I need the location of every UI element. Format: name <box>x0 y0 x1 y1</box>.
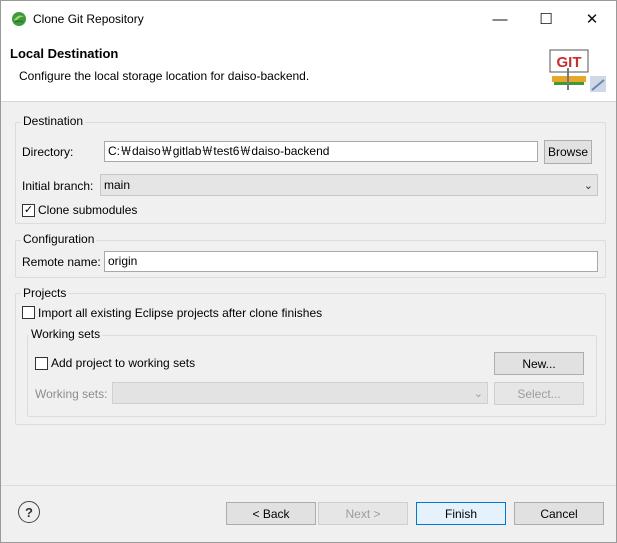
initial-branch-label: Initial branch: <box>22 179 94 193</box>
remote-name-label: Remote name: <box>22 255 101 269</box>
destination-group-label: Destination <box>21 114 86 128</box>
working-sets-label: Working sets: <box>35 387 108 401</box>
clone-submodules-checkbox[interactable]: ✓ <box>22 204 35 217</box>
minimize-button[interactable]: — <box>477 1 523 37</box>
browse-button[interactable]: Browse <box>544 140 592 164</box>
git-logo-icon: GIT <box>546 46 608 96</box>
clone-submodules-label: Clone submodules <box>38 203 138 217</box>
chevron-down-icon: ⌄ <box>473 388 483 400</box>
directory-label: Directory: <box>22 145 74 159</box>
working-sets-select[interactable]: ⌄ <box>112 382 488 404</box>
import-projects-checkbox[interactable] <box>22 306 35 319</box>
new-working-set-button[interactable]: New... <box>494 352 584 375</box>
projects-group-label: Projects <box>21 286 69 300</box>
working-sets-group-label: Working sets <box>29 327 103 341</box>
add-to-working-sets-label: Add project to working sets <box>51 356 196 370</box>
minimize-icon: — <box>492 10 508 28</box>
directory-input[interactable]: C:￦daiso￦gitlab￦test6￦daiso-backend <box>104 141 538 162</box>
help-icon[interactable]: ? <box>18 501 40 523</box>
footer-divider <box>1 485 616 486</box>
page-description: Configure the local storage location for… <box>19 69 310 83</box>
initial-branch-select[interactable]: main ⌄ <box>100 174 598 196</box>
back-button[interactable]: < Back <box>226 502 316 525</box>
maximize-button[interactable]: ☐ <box>523 1 569 37</box>
maximize-icon: ☐ <box>539 11 553 28</box>
checkmark-icon: ✓ <box>23 204 34 216</box>
next-button[interactable]: Next > <box>318 502 408 525</box>
close-button[interactable]: ✕ <box>569 1 615 37</box>
select-working-sets-button[interactable]: Select... <box>494 382 584 405</box>
configuration-group-label: Configuration <box>21 232 97 246</box>
close-icon: ✕ <box>585 11 599 28</box>
remote-name-input[interactable]: origin <box>104 251 598 272</box>
cancel-button[interactable]: Cancel <box>514 502 604 525</box>
page-title: Local Destination <box>10 46 119 61</box>
import-projects-label: Import all existing Eclipse projects aft… <box>38 306 323 320</box>
chevron-down-icon: ⌄ <box>583 180 593 192</box>
finish-button[interactable]: Finish <box>416 502 506 525</box>
add-to-working-sets-checkbox[interactable] <box>35 357 48 370</box>
window-title: Clone Git Repository <box>33 12 144 26</box>
eclipse-app-icon <box>11 11 27 27</box>
initial-branch-value: main <box>104 178 131 192</box>
